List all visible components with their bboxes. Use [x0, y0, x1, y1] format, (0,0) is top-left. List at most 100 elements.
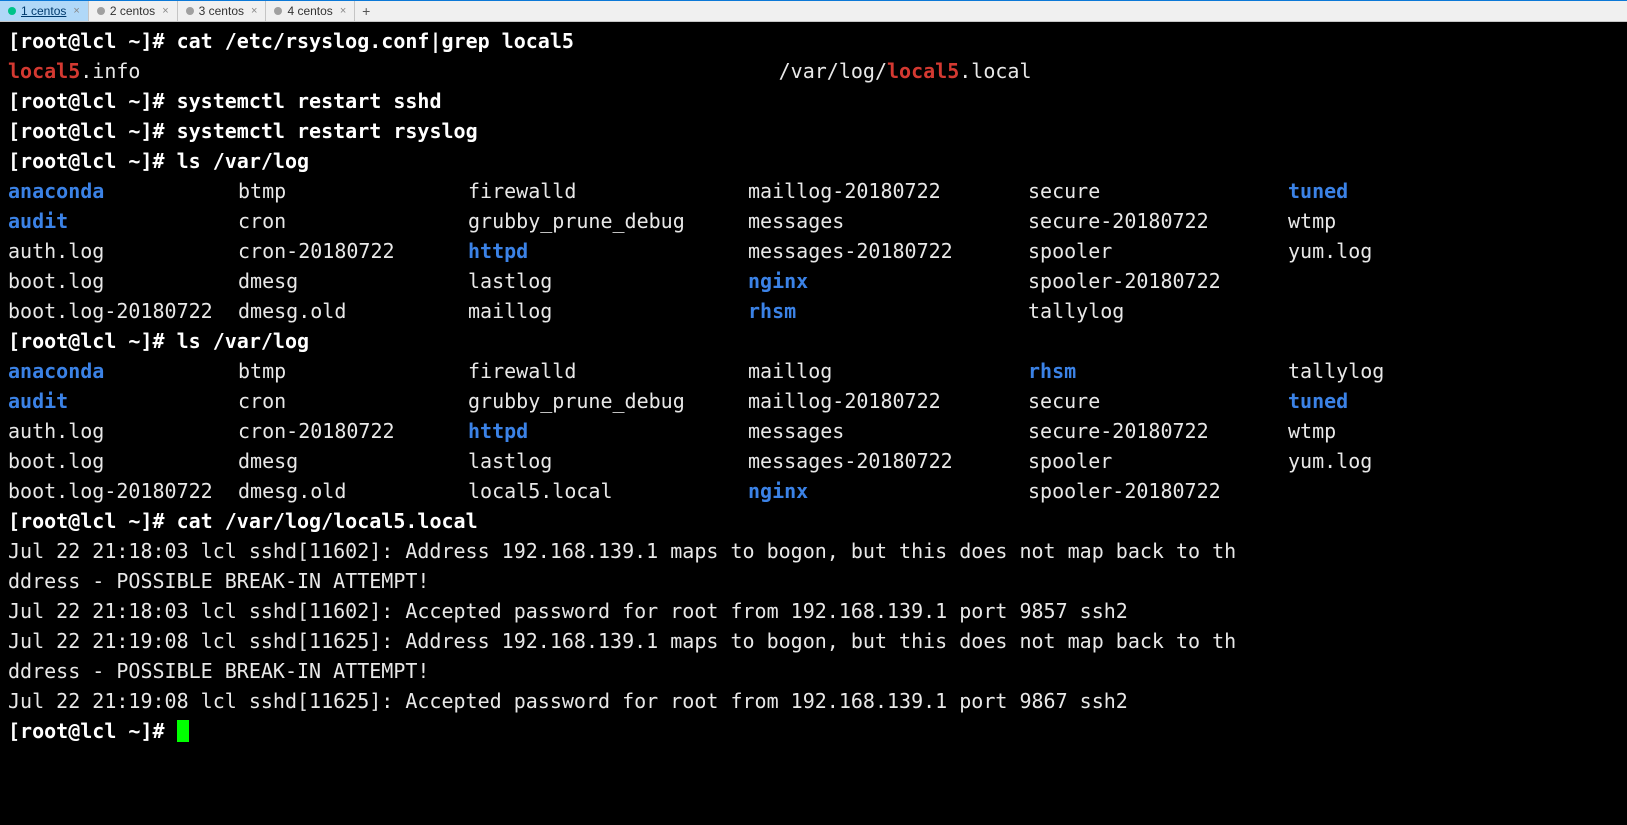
ls-entry: cron-20180722: [238, 236, 468, 266]
ls-entry: dmesg: [238, 266, 468, 296]
ls-entry: audit: [8, 206, 238, 236]
command-text: cat /etc/rsyslog.conf|grep local5: [177, 29, 574, 53]
ls-entry: secure-20180722: [1028, 416, 1288, 446]
ls-entry: [1288, 296, 1458, 326]
status-dot-icon: [186, 7, 194, 15]
ls-entry: spooler-20180722: [1028, 266, 1288, 296]
ls-entry: yum.log: [1288, 446, 1458, 476]
close-icon[interactable]: ×: [251, 5, 257, 17]
ls-entry: tallylog: [1028, 296, 1288, 326]
ls-entry: [1288, 266, 1458, 296]
ls-entry: dmesg.old: [238, 296, 468, 326]
close-icon[interactable]: ×: [340, 5, 346, 17]
tab-3-centos[interactable]: 3 centos ×: [178, 1, 267, 21]
ls-listing: anacondabtmpfirewalldmaillog-20180722sec…: [8, 176, 1619, 326]
ls-entry: maillog: [468, 296, 748, 326]
tab-4-centos[interactable]: 4 centos ×: [266, 1, 355, 21]
ls-entry: nginx: [748, 476, 1028, 506]
log-line: ddress - POSSIBLE BREAK-IN ATTEMPT!: [8, 566, 1619, 596]
ls-entry: rhsm: [748, 296, 1028, 326]
ls-entry: messages: [748, 416, 1028, 446]
ls-entry: cron: [238, 386, 468, 416]
ls-entry: tuned: [1288, 386, 1458, 416]
ls-entry: lastlog: [468, 266, 748, 296]
add-tab-button[interactable]: +: [355, 1, 377, 21]
ls-entry: secure-20180722: [1028, 206, 1288, 236]
command-text: cat /var/log/local5.local: [177, 509, 478, 533]
log-line: ddress - POSSIBLE BREAK-IN ATTEMPT!: [8, 656, 1619, 686]
log-line: Jul 22 21:19:08 lcl sshd[11625]: Accepte…: [8, 686, 1619, 716]
log-line: Jul 22 21:18:03 lcl sshd[11602]: Accepte…: [8, 596, 1619, 626]
tab-label: 3 centos: [199, 4, 244, 18]
prompt-line: [root@lcl ~]# systemctl restart rsyslog: [8, 116, 1619, 146]
ls-entry: nginx: [748, 266, 1028, 296]
ls-entry: grubby_prune_debug: [468, 386, 748, 416]
ls-entry: [1288, 476, 1458, 506]
ls-entry: wtmp: [1288, 416, 1458, 446]
ls-entry: firewalld: [468, 356, 748, 386]
terminal-output[interactable]: [root@lcl ~]# cat /etc/rsyslog.conf|grep…: [0, 22, 1627, 825]
ls-entry: secure: [1028, 176, 1288, 206]
ls-entry: httpd: [468, 236, 748, 266]
ls-entry: anaconda: [8, 356, 238, 386]
ls-entry: tallylog: [1288, 356, 1458, 386]
command-text: systemctl restart rsyslog: [177, 119, 478, 143]
tab-1-centos[interactable]: 1 centos ×: [0, 1, 89, 21]
ls-entry: cron: [238, 206, 468, 236]
ls-entry: grubby_prune_debug: [468, 206, 748, 236]
shell-prompt: [root@lcl ~]#: [8, 119, 177, 143]
ls-entry: maillog-20180722: [748, 176, 1028, 206]
shell-prompt: [root@lcl ~]#: [8, 29, 177, 53]
ls-entry: boot.log-20180722: [8, 296, 238, 326]
ls-entry: btmp: [238, 176, 468, 206]
ls-entry: tuned: [1288, 176, 1458, 206]
ls-entry: boot.log-20180722: [8, 476, 238, 506]
close-icon[interactable]: ×: [73, 5, 79, 17]
tab-label: 1 centos: [21, 4, 66, 18]
ls-entry: boot.log: [8, 266, 238, 296]
prompt-line: [root@lcl ~]# ls /var/log: [8, 326, 1619, 356]
status-dot-icon: [8, 7, 16, 15]
command-text: ls /var/log: [177, 329, 309, 353]
command-text: systemctl restart sshd: [177, 89, 442, 113]
shell-prompt: [root@lcl ~]#: [8, 719, 177, 743]
shell-prompt: [root@lcl ~]#: [8, 509, 177, 533]
ls-entry: local5.local: [468, 476, 748, 506]
grep-output: local5.info /var/log/local5.local: [8, 56, 1619, 86]
ls-entry: messages: [748, 206, 1028, 236]
tab-label: 4 centos: [287, 4, 332, 18]
cursor-icon: [177, 720, 189, 742]
tab-2-centos[interactable]: 2 centos ×: [89, 1, 178, 21]
grep-text: /var/log/: [140, 59, 887, 83]
prompt-line: [root@lcl ~]# ls /var/log: [8, 146, 1619, 176]
ls-entry: anaconda: [8, 176, 238, 206]
ls-entry: maillog: [748, 356, 1028, 386]
ls-entry: auth.log: [8, 416, 238, 446]
ls-entry: auth.log: [8, 236, 238, 266]
shell-prompt: [root@lcl ~]#: [8, 149, 177, 173]
grep-text: .local: [959, 59, 1031, 83]
close-icon[interactable]: ×: [162, 5, 168, 17]
ls-entry: dmesg.old: [238, 476, 468, 506]
prompt-line: [root@lcl ~]# cat /etc/rsyslog.conf|grep…: [8, 26, 1619, 56]
ls-entry: messages-20180722: [748, 446, 1028, 476]
shell-prompt: [root@lcl ~]#: [8, 89, 177, 113]
status-dot-icon: [274, 7, 282, 15]
ls-entry: lastlog: [468, 446, 748, 476]
ls-entry: rhsm: [1028, 356, 1288, 386]
ls-entry: yum.log: [1288, 236, 1458, 266]
status-dot-icon: [97, 7, 105, 15]
log-line: Jul 22 21:19:08 lcl sshd[11625]: Address…: [8, 626, 1619, 656]
tab-label: 2 centos: [110, 4, 155, 18]
prompt-line: [root@lcl ~]# systemctl restart sshd: [8, 86, 1619, 116]
ls-entry: maillog-20180722: [748, 386, 1028, 416]
ls-entry: cron-20180722: [238, 416, 468, 446]
ls-entry: wtmp: [1288, 206, 1458, 236]
ls-entry: firewalld: [468, 176, 748, 206]
ls-entry: dmesg: [238, 446, 468, 476]
grep-match: local5: [8, 59, 80, 83]
ls-entry: spooler: [1028, 236, 1288, 266]
ls-entry: boot.log: [8, 446, 238, 476]
ls-entry: messages-20180722: [748, 236, 1028, 266]
tab-bar: 1 centos × 2 centos × 3 centos × 4 centos × +: [0, 0, 1627, 22]
